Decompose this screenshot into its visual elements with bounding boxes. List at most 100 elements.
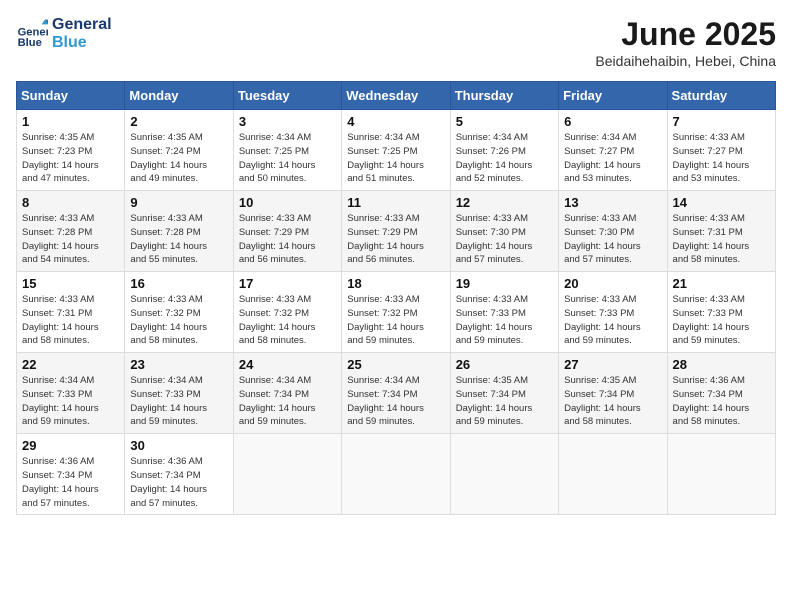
- day-info: Sunrise: 4:33 AMSunset: 7:30 PMDaylight:…: [456, 212, 553, 267]
- calendar-cell: 3Sunrise: 4:34 AMSunset: 7:25 PMDaylight…: [233, 110, 341, 191]
- day-info: Sunrise: 4:33 AMSunset: 7:29 PMDaylight:…: [239, 212, 336, 267]
- day-info: Sunrise: 4:33 AMSunset: 7:32 PMDaylight:…: [239, 293, 336, 348]
- calendar-table: SundayMondayTuesdayWednesdayThursdayFrid…: [16, 81, 776, 515]
- logo-general: General: [52, 16, 112, 34]
- title-block: June 2025 Beidaihehaibin, Hebei, China: [595, 16, 776, 69]
- day-number: 2: [130, 114, 227, 129]
- day-info: Sunrise: 4:33 AMSunset: 7:31 PMDaylight:…: [673, 212, 770, 267]
- day-number: 4: [347, 114, 444, 129]
- calendar-cell: 9 Sunrise: 4:33 AMSunset: 7:28 PMDaylight…: [125, 191, 233, 272]
- calendar-cell: 8Sunrise: 4:33 AMSunset: 7:28 PMDaylight…: [17, 191, 125, 272]
- day-info: Sunrise: 4:35 AMSunset: 7:24 PMDaylight:…: [130, 131, 227, 186]
- day-number: 24: [239, 357, 336, 372]
- calendar-week-row: 22Sunrise: 4:34 AMSunset: 7:33 PMDayligh…: [17, 353, 776, 434]
- logo-icon: General Blue: [16, 18, 48, 50]
- calendar-cell: [233, 434, 341, 515]
- day-info: Sunrise: 4:33 AMSunset: 7:28 PMDaylight:…: [130, 212, 227, 267]
- day-number: 10: [239, 195, 336, 210]
- day-number: 1: [22, 114, 119, 129]
- calendar-cell: 22Sunrise: 4:34 AMSunset: 7:33 PMDayligh…: [17, 353, 125, 434]
- day-number: 5: [456, 114, 553, 129]
- day-number: 26: [456, 357, 553, 372]
- calendar-week-row: 29 Sunrise: 4:36 AMSunset: 7:34 PMDayligh…: [17, 434, 776, 515]
- day-info: Sunrise: 4:36 AMSunset: 7:34 PMDaylight:…: [130, 455, 227, 510]
- calendar-cell: 30 Sunrise: 4:36 AMSunset: 7:34 PMDayligh…: [125, 434, 233, 515]
- day-number: 16: [130, 276, 227, 291]
- day-number: 21: [673, 276, 770, 291]
- calendar-cell: [667, 434, 775, 515]
- calendar-cell: 14 Sunrise: 4:33 AMSunset: 7:31 PMDayligh…: [667, 191, 775, 272]
- day-number: 28: [673, 357, 770, 372]
- calendar-week-row: 15Sunrise: 4:33 AMSunset: 7:31 PMDayligh…: [17, 272, 776, 353]
- day-info: Sunrise: 4:33 AMSunset: 7:32 PMDaylight:…: [347, 293, 444, 348]
- calendar-cell: 4 Sunrise: 4:34 AMSunset: 7:25 PMDaylight…: [342, 110, 450, 191]
- weekday-header-sunday: Sunday: [17, 82, 125, 110]
- day-info: Sunrise: 4:36 AMSunset: 7:34 PMDaylight:…: [22, 455, 119, 510]
- calendar-cell: 20Sunrise: 4:33 AMSunset: 7:33 PMDayligh…: [559, 272, 667, 353]
- day-info: Sunrise: 4:35 AMSunset: 7:34 PMDaylight:…: [564, 374, 661, 429]
- day-info: Sunrise: 4:35 AMSunset: 7:23 PMDaylight:…: [22, 131, 119, 186]
- day-number: 15: [22, 276, 119, 291]
- day-info: Sunrise: 4:34 AMSunset: 7:33 PMDaylight:…: [130, 374, 227, 429]
- calendar-cell: 10 Sunrise: 4:33 AMSunset: 7:29 PMDayligh…: [233, 191, 341, 272]
- calendar-cell: 2 Sunrise: 4:35 AMSunset: 7:24 PMDaylight…: [125, 110, 233, 191]
- logo: General Blue General Blue: [16, 16, 112, 51]
- calendar-cell: 19 Sunrise: 4:33 AMSunset: 7:33 PMDayligh…: [450, 272, 558, 353]
- day-info: Sunrise: 4:34 AMSunset: 7:34 PMDaylight:…: [347, 374, 444, 429]
- logo-blue: Blue: [52, 34, 112, 52]
- day-info: Sunrise: 4:33 AMSunset: 7:32 PMDaylight:…: [130, 293, 227, 348]
- day-number: 30: [130, 438, 227, 453]
- day-info: Sunrise: 4:33 AMSunset: 7:27 PMDaylight:…: [673, 131, 770, 186]
- calendar-week-row: 8Sunrise: 4:33 AMSunset: 7:28 PMDaylight…: [17, 191, 776, 272]
- day-number: 20: [564, 276, 661, 291]
- calendar-cell: 23Sunrise: 4:34 AMSunset: 7:33 PMDayligh…: [125, 353, 233, 434]
- day-number: 7: [673, 114, 770, 129]
- calendar-header-row: SundayMondayTuesdayWednesdayThursdayFrid…: [17, 82, 776, 110]
- location: Beidaihehaibin, Hebei, China: [595, 53, 776, 69]
- calendar-cell: 18 Sunrise: 4:33 AMSunset: 7:32 PMDayligh…: [342, 272, 450, 353]
- page-header: General Blue General Blue June 2025 Beid…: [16, 16, 776, 69]
- day-number: 18: [347, 276, 444, 291]
- day-info: Sunrise: 4:34 AMSunset: 7:33 PMDaylight:…: [22, 374, 119, 429]
- calendar-cell: 29 Sunrise: 4:36 AMSunset: 7:34 PMDayligh…: [17, 434, 125, 515]
- day-number: 19: [456, 276, 553, 291]
- day-number: 14: [673, 195, 770, 210]
- day-number: 29: [22, 438, 119, 453]
- day-info: Sunrise: 4:34 AMSunset: 7:27 PMDaylight:…: [564, 131, 661, 186]
- calendar-cell: 17 Sunrise: 4:33 AMSunset: 7:32 PMDayligh…: [233, 272, 341, 353]
- weekday-header-tuesday: Tuesday: [233, 82, 341, 110]
- calendar-cell: 25Sunrise: 4:34 AMSunset: 7:34 PMDayligh…: [342, 353, 450, 434]
- calendar-cell: 5 Sunrise: 4:34 AMSunset: 7:26 PMDaylight…: [450, 110, 558, 191]
- svg-text:Blue: Blue: [18, 37, 42, 49]
- day-info: Sunrise: 4:34 AMSunset: 7:34 PMDaylight:…: [239, 374, 336, 429]
- calendar-cell: 28 Sunrise: 4:36 AMSunset: 7:34 PMDayligh…: [667, 353, 775, 434]
- day-info: Sunrise: 4:34 AMSunset: 7:26 PMDaylight:…: [456, 131, 553, 186]
- day-info: Sunrise: 4:34 AMSunset: 7:25 PMDaylight:…: [347, 131, 444, 186]
- day-info: Sunrise: 4:33 AMSunset: 7:30 PMDaylight:…: [564, 212, 661, 267]
- day-info: Sunrise: 4:36 AMSunset: 7:34 PMDaylight:…: [673, 374, 770, 429]
- day-number: 9: [130, 195, 227, 210]
- calendar-cell: 1 Sunrise: 4:35 AMSunset: 7:23 PMDaylight…: [17, 110, 125, 191]
- calendar-cell: [342, 434, 450, 515]
- calendar-cell: 15Sunrise: 4:33 AMSunset: 7:31 PMDayligh…: [17, 272, 125, 353]
- day-number: 27: [564, 357, 661, 372]
- day-number: 17: [239, 276, 336, 291]
- weekday-header-monday: Monday: [125, 82, 233, 110]
- weekday-header-friday: Friday: [559, 82, 667, 110]
- weekday-header-saturday: Saturday: [667, 82, 775, 110]
- day-info: Sunrise: 4:33 AMSunset: 7:33 PMDaylight:…: [673, 293, 770, 348]
- month-title: June 2025: [595, 16, 776, 53]
- weekday-header-thursday: Thursday: [450, 82, 558, 110]
- day-number: 3: [239, 114, 336, 129]
- day-number: 11: [347, 195, 444, 210]
- day-number: 12: [456, 195, 553, 210]
- day-number: 13: [564, 195, 661, 210]
- calendar-cell: 11 Sunrise: 4:33 AMSunset: 7:29 PMDayligh…: [342, 191, 450, 272]
- calendar-cell: 7 Sunrise: 4:33 AMSunset: 7:27 PMDaylight…: [667, 110, 775, 191]
- day-info: Sunrise: 4:33 AMSunset: 7:28 PMDaylight:…: [22, 212, 119, 267]
- day-info: Sunrise: 4:33 AMSunset: 7:29 PMDaylight:…: [347, 212, 444, 267]
- calendar-cell: 21 Sunrise: 4:33 AMSunset: 7:33 PMDayligh…: [667, 272, 775, 353]
- weekday-header-wednesday: Wednesday: [342, 82, 450, 110]
- day-number: 6: [564, 114, 661, 129]
- day-info: Sunrise: 4:33 AMSunset: 7:33 PMDaylight:…: [456, 293, 553, 348]
